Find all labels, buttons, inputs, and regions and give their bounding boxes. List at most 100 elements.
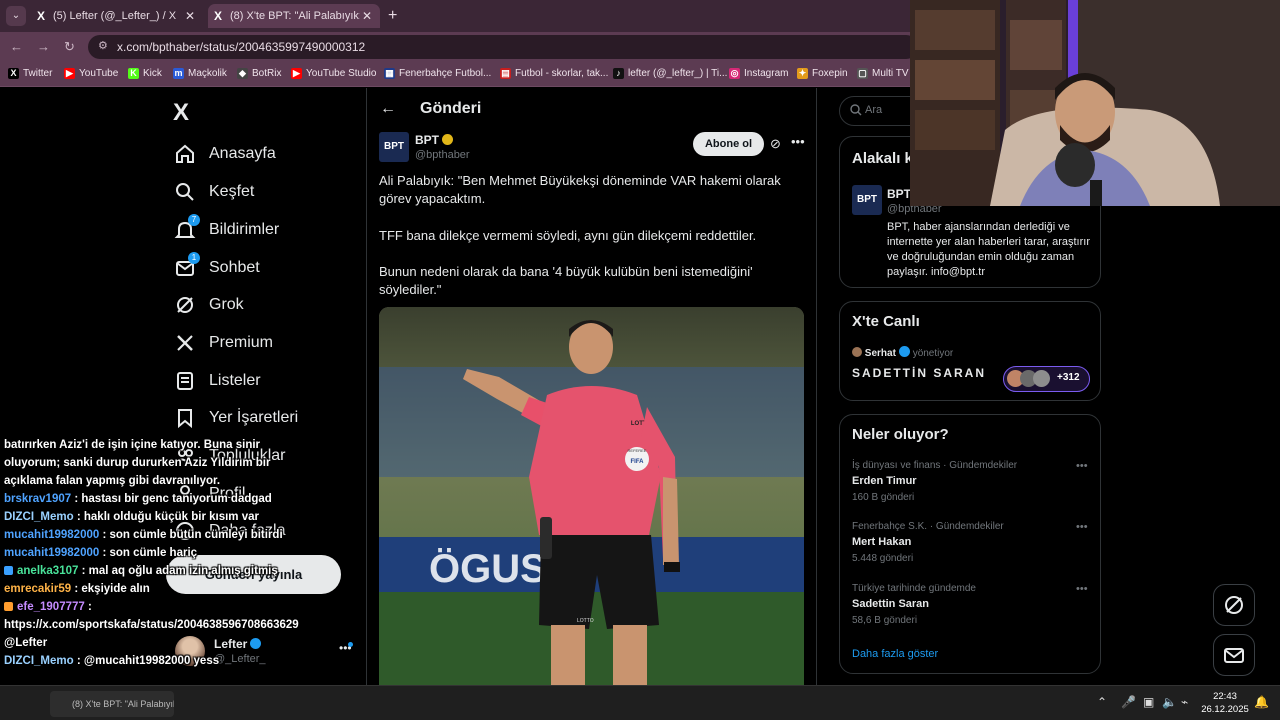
author-name[interactable]: BPT	[415, 133, 439, 147]
author-avatar[interactable]: BPT	[379, 132, 409, 162]
bookmark-item[interactable]: ✦ Foxepin	[797, 68, 848, 79]
grok-fab-button[interactable]	[1213, 584, 1255, 626]
nav-item-3[interactable]: 7 Bildirimler	[174, 214, 279, 242]
bookmark-item[interactable]: ◆ BotRix	[237, 68, 281, 79]
chat-text: : ekşiyide alın	[71, 583, 150, 595]
nav-item-8[interactable]: Yer İşaretleri	[174, 406, 298, 430]
chat-username: emrecakir59	[4, 583, 72, 595]
subscribe-button[interactable]: Abone ol	[693, 132, 764, 156]
bookmark-label: Twitter	[23, 68, 53, 79]
show-more-link[interactable]: Daha fazla göster	[852, 648, 938, 660]
nav-item-2[interactable]: Keşfet	[174, 180, 254, 204]
mic-icon[interactable]: 🎤	[1121, 695, 1136, 709]
column-divider	[366, 88, 367, 685]
back-arrow-icon[interactable]: ←	[380, 100, 420, 118]
tab-search-button[interactable]: ⌄	[6, 6, 26, 26]
speaker-icon[interactable]: 🔈	[1162, 695, 1177, 709]
network-icon[interactable]: ⌁	[1181, 695, 1188, 709]
mail-icon	[1224, 648, 1244, 663]
bookmark-item[interactable]: ▶ YouTube	[64, 68, 118, 79]
related-bio: BPT, haber ajanslarından derlediği ve in…	[887, 221, 1090, 278]
chat-username: mucahit19982000	[4, 529, 100, 541]
tab-label: (8) X'te BPT: "Ali Palabıyık: "Ben	[230, 10, 360, 22]
nav-label: Yer İşaretleri	[209, 409, 299, 426]
bookmark-item[interactable]: ◎ Instagram	[729, 68, 788, 79]
card-title: Neler oluyor?	[852, 426, 949, 443]
chat-badge-icon	[4, 602, 13, 611]
forward-icon[interactable]: →	[37, 39, 50, 55]
post-image[interactable]: ÖGUS REFEREE FIFA LOTTO LOTTO	[379, 307, 804, 685]
more-icon[interactable]: •••	[1076, 521, 1088, 533]
site-settings-icon[interactable]: ⚙	[98, 39, 108, 52]
bookmark-item[interactable]: ▶ YouTube Studio	[291, 68, 376, 79]
list-icon	[174, 370, 196, 392]
chevron-up-icon[interactable]: ⌃	[1097, 695, 1107, 709]
nav-item-6[interactable]: Premium	[174, 331, 273, 355]
nav-label: Premium	[209, 334, 274, 351]
bookmark-label: Multi TV	[872, 68, 909, 79]
author-handle[interactable]: @bpthaber	[415, 149, 470, 161]
nav-item-1[interactable]: Anasayfa	[174, 142, 276, 166]
chat-username: brskrav1907	[4, 493, 72, 505]
bookmark-item[interactable]: ▢ Multi TV	[857, 68, 909, 79]
stream-chat-overlay: batırırken Aziz'i de işin içine katıyor.…	[0, 436, 299, 670]
bookmark-icon	[174, 407, 196, 429]
reload-icon[interactable]: ↻	[64, 39, 75, 55]
bookmark-favicon-icon: ◎	[729, 68, 740, 79]
browser-tab-active[interactable]: X (8) X'te BPT: "Ali Palabıyık: "Ben ✕	[208, 4, 380, 28]
close-icon[interactable]: ✕	[183, 9, 197, 23]
bookmark-item[interactable]: ▦ Fenerbahçe Futbol...	[384, 68, 491, 79]
more-icon[interactable]: •••	[1076, 460, 1088, 472]
bookmark-item[interactable]: X Twitter	[8, 68, 52, 79]
listeners-pill[interactable]: +312	[1003, 366, 1090, 392]
new-tab-button[interactable]: +	[388, 6, 397, 26]
back-icon[interactable]: ←	[10, 39, 23, 55]
bookmark-item[interactable]: ▤ Futbol - skorlar, tak...	[500, 68, 608, 79]
related-name[interactable]: BPT	[887, 187, 911, 201]
chat-text: : mal aq oğlu adam izin almış gitmiş	[78, 565, 278, 577]
nav-item-5[interactable]: Grok	[174, 293, 244, 317]
bookmark-favicon-icon: X	[8, 68, 19, 79]
space-title[interactable]: SADETTİN SARAN	[852, 366, 986, 380]
nav-label: Sohbet	[209, 259, 260, 276]
bookmark-label: lefter (@_lefter_) | Ti...	[628, 68, 728, 79]
bookmark-item[interactable]: ♪ lefter (@_lefter_) | Ti...	[613, 68, 727, 79]
address-bar[interactable]: ⚙ x.com/bpthaber/status/2004635997490000…	[88, 35, 918, 59]
chat-message: mucahit19982000 : son cümle bütün cümley…	[0, 526, 285, 544]
bookmark-label: Kick	[143, 68, 162, 79]
bookmark-label: Foxepin	[812, 68, 848, 79]
host-avatar	[852, 347, 862, 357]
bookmark-item[interactable]: K Kick	[128, 68, 162, 79]
bookmark-favicon-icon: ◆	[237, 68, 248, 79]
bookmark-favicon-icon: ♪	[613, 68, 624, 79]
grok-icon[interactable]: ⊘	[770, 136, 781, 152]
notification-bell-icon[interactable]: 🔔	[1254, 695, 1269, 709]
bookmark-item[interactable]: m Maçkolik	[173, 68, 227, 79]
badge-top-text: REFEREE	[628, 448, 647, 453]
nav-label: Anasayfa	[209, 145, 276, 162]
x-logo-icon[interactable]: X	[173, 99, 189, 127]
more-icon[interactable]: •••	[791, 134, 805, 149]
search-icon	[850, 104, 862, 116]
chat-text: : hastası bir genc taniyorum dadgad	[71, 493, 272, 505]
messages-fab-button[interactable]	[1213, 634, 1255, 676]
chat-message: DIZCI_Memo : @mucahit19982000 yess	[0, 652, 285, 670]
verified-badge-icon	[898, 346, 910, 357]
display-icon[interactable]: ▣	[1143, 695, 1154, 709]
trends-card: Neler oluyor? İş dünyası ve finans · Gün…	[839, 414, 1101, 674]
post-paragraph: Ali Palabıyık: "Ben Mehmet Büyükekşi dön…	[379, 173, 781, 206]
close-icon[interactable]: ✕	[360, 9, 374, 23]
taskbar-app-button[interactable]: (8) X'te BPT: "Ali Palabıyık	[50, 691, 174, 717]
system-clock[interactable]: 22:43 26.12.2025	[1200, 690, 1250, 716]
bookmark-favicon-icon: ▶	[291, 68, 302, 79]
grok-icon	[1225, 596, 1243, 614]
trend-meta: İş dünyası ve finans · Gündemdekiler	[852, 460, 1018, 471]
browser-tab[interactable]: X (5) Lefter (@_Lefter_) / X ✕	[31, 4, 203, 28]
more-icon[interactable]: •••	[1076, 583, 1088, 595]
related-avatar[interactable]: BPT	[852, 185, 882, 215]
clock-date: 26.12.2025	[1201, 704, 1249, 715]
x-icon: X	[37, 9, 46, 23]
nav-item-4[interactable]: 1 Sohbet	[174, 252, 260, 280]
chat-text: : @mucahit19982000 yess	[73, 655, 220, 667]
nav-item-7[interactable]: Listeler	[174, 369, 261, 393]
